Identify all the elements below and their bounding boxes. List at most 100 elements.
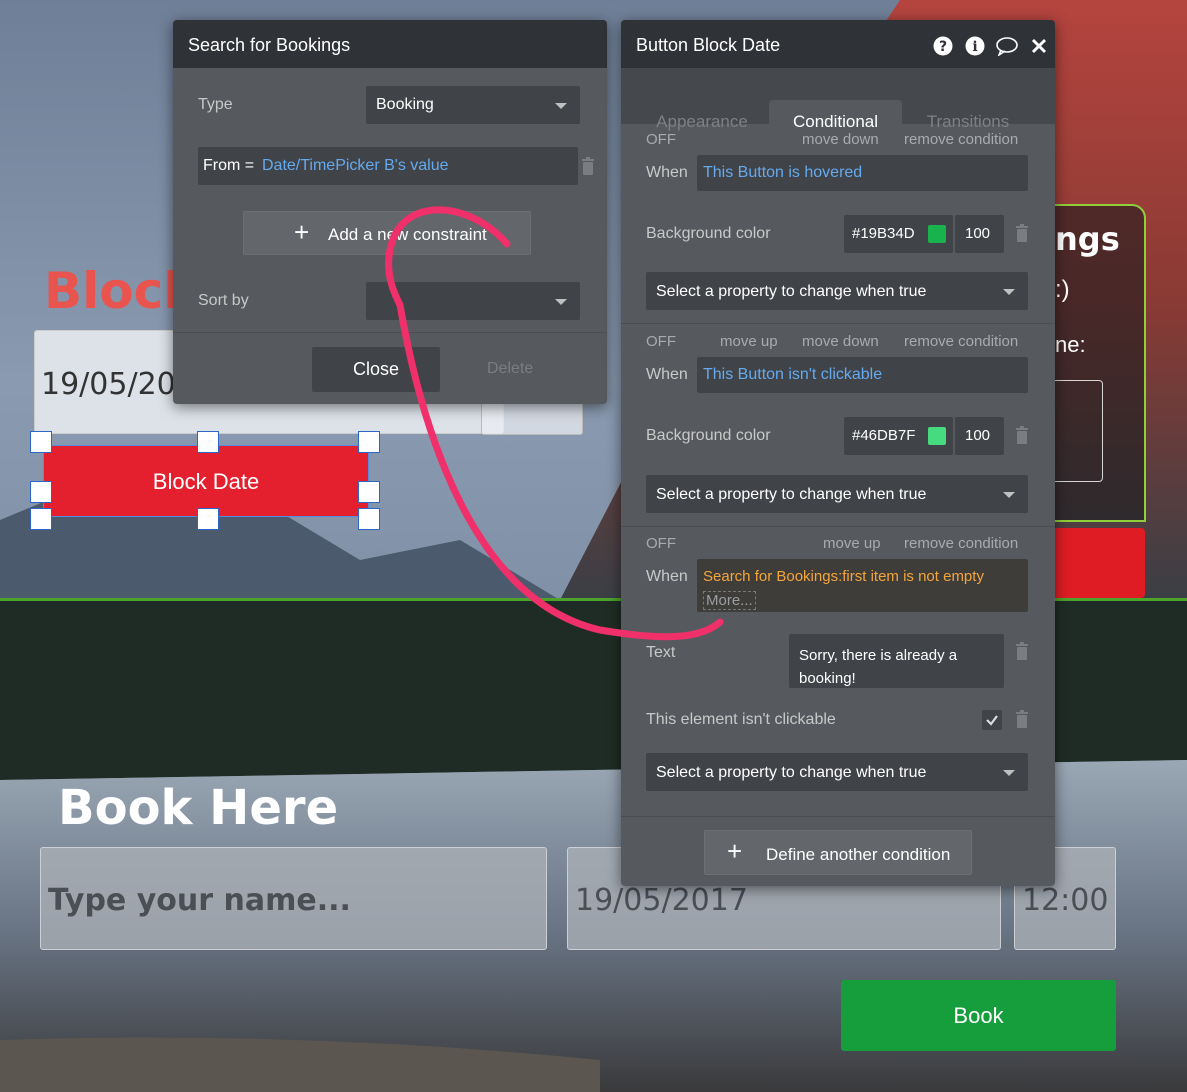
close-icon[interactable] [1031, 38, 1047, 54]
condition-1-status[interactable]: OFF [646, 131, 676, 148]
properties-header: Button Block Date ? i [621, 20, 1055, 68]
type-dropdown-value: Booking [376, 96, 434, 113]
trash-icon[interactable] [581, 157, 595, 175]
condition-1-opacity-field[interactable]: 100 [955, 215, 1004, 253]
checkmark-icon [986, 715, 998, 726]
button-properties-panel: Button Block Date ? i Appearance Conditi… [621, 20, 1055, 886]
sort-dropdown[interactable] [366, 282, 580, 320]
plus-icon: + [294, 217, 310, 247]
resize-handle-left[interactable] [30, 481, 52, 503]
constraint-value[interactable]: Date/TimePicker B's value [262, 157, 449, 175]
chevron-down-icon [555, 299, 567, 305]
condition-1-property-label: Background color [646, 225, 771, 242]
condition-3-remove[interactable]: remove condition [904, 535, 1018, 552]
define-condition-button[interactable]: + Define another condition [704, 830, 972, 875]
help-icon[interactable]: ? [933, 36, 953, 56]
chevron-down-icon [555, 103, 567, 109]
svg-text:i: i [972, 39, 977, 55]
condition-2-move-up[interactable]: move up [720, 333, 778, 350]
resize-handle-bottom-left[interactable] [30, 508, 52, 530]
trash-icon[interactable] [1015, 224, 1029, 242]
condition-1-select-placeholder: Select a property to change when true [656, 283, 927, 300]
type-label: Type [198, 96, 233, 113]
condition-2-property-label: Background color [646, 427, 771, 444]
info-icon[interactable]: i [965, 36, 985, 56]
color-swatch[interactable] [928, 225, 946, 243]
condition-3-when-field[interactable]: Search for Bookings:first item is not em… [697, 559, 1028, 612]
resize-handle-right[interactable] [358, 481, 380, 503]
condition-1-when-label: When [646, 164, 688, 181]
chevron-down-icon [1003, 492, 1015, 498]
add-constraint-button[interactable]: + Add a new constraint [243, 211, 531, 255]
bookings-card-input[interactable] [1050, 380, 1103, 482]
condition-1-opacity: 100 [965, 225, 991, 242]
bookings-card-label: ne: [1055, 332, 1086, 357]
condition-1-when-field[interactable]: This Button is hovered [697, 155, 1028, 191]
panel-divider [173, 332, 607, 333]
resize-handle-top[interactable] [197, 431, 219, 453]
condition-1-expression[interactable]: This Button is hovered [703, 164, 862, 182]
condition-2-status[interactable]: OFF [646, 333, 676, 350]
block-date-button[interactable]: Block Date [43, 445, 369, 517]
constraint-from-label: From = [203, 157, 255, 174]
resize-handle-bottom[interactable] [197, 508, 219, 530]
book-button[interactable]: Book [841, 980, 1116, 1051]
bookings-card-title: ngs [1055, 220, 1120, 258]
condition-1-remove[interactable]: remove condition [904, 131, 1018, 148]
resize-handle-bottom-right[interactable] [358, 508, 380, 530]
type-dropdown[interactable]: Booking [366, 86, 580, 124]
condition-divider [621, 323, 1055, 324]
condition-3-property-select[interactable]: Select a property to change when true [646, 753, 1028, 791]
condition-3-more-link[interactable]: More... [703, 591, 756, 610]
condition-divider [621, 526, 1055, 527]
chevron-down-icon [1003, 770, 1015, 776]
condition-3-move-up[interactable]: move up [823, 535, 881, 552]
condition-2-color-hex: #46DB7F [852, 427, 916, 444]
close-button[interactable]: Close [312, 347, 440, 392]
trash-icon[interactable] [1015, 426, 1029, 444]
chevron-down-icon [1003, 289, 1015, 295]
condition-2-color-field[interactable]: #46DB7F [844, 417, 953, 455]
search-panel-title: Search for Bookings [173, 20, 607, 68]
sort-label: Sort by [198, 292, 249, 309]
trash-icon[interactable] [1015, 710, 1029, 728]
condition-3-when-label: When [646, 568, 688, 585]
condition-3-text-label: Text [646, 644, 676, 661]
condition-2-expression[interactable]: This Button isn't clickable [703, 366, 882, 384]
condition-2-property-select[interactable]: Select a property to change when true [646, 475, 1028, 513]
constraint-row[interactable]: From = Date/TimePicker B's value [198, 147, 578, 185]
comment-icon[interactable] [995, 36, 1019, 56]
condition-3-text-field[interactable]: Sorry, there is already a booking! [789, 634, 1004, 688]
not-clickable-checkbox[interactable] [982, 710, 1002, 730]
svg-text:?: ? [939, 39, 947, 55]
condition-3-status[interactable]: OFF [646, 535, 676, 552]
delete-button[interactable]: Delete [487, 360, 533, 378]
bookings-card-button[interactable] [1050, 528, 1145, 598]
condition-2-move-down[interactable]: move down [802, 333, 879, 350]
condition-3-select-placeholder: Select a property to change when true [656, 764, 927, 781]
color-swatch[interactable] [928, 427, 946, 445]
condition-2-remove[interactable]: remove condition [904, 333, 1018, 350]
trash-icon[interactable] [1015, 642, 1029, 660]
condition-3-clickable-label: This element isn't clickable [646, 711, 836, 728]
condition-2-when-field[interactable]: This Button isn't clickable [697, 357, 1028, 393]
condition-2-when-label: When [646, 366, 688, 383]
condition-1-property-select[interactable]: Select a property to change when true [646, 272, 1028, 310]
condition-2-opacity: 100 [965, 427, 991, 444]
condition-1-color-hex: #19B34D [852, 225, 915, 242]
add-constraint-label: Add a new constraint [328, 225, 487, 244]
properties-panel-title: Button Block Date [636, 35, 781, 55]
condition-1-color-field[interactable]: #19B34D [844, 215, 953, 253]
condition-3-text-value: Sorry, there is already a booking! [799, 647, 958, 687]
condition-2-select-placeholder: Select a property to change when true [656, 486, 927, 503]
resize-handle-top-right[interactable] [358, 431, 380, 453]
condition-1-move-down[interactable]: move down [802, 131, 879, 148]
condition-divider [621, 816, 1055, 817]
resize-handle-top-left[interactable] [30, 431, 52, 453]
book-here-heading: Book Here [58, 780, 339, 836]
condition-3-expression[interactable]: Search for Bookings:first item is not em… [703, 568, 984, 585]
condition-2-opacity-field[interactable]: 100 [955, 417, 1004, 455]
plus-icon: + [727, 836, 743, 866]
bookings-card-subtitle: :) [1055, 276, 1070, 303]
name-input[interactable]: Type your name... [40, 847, 547, 950]
